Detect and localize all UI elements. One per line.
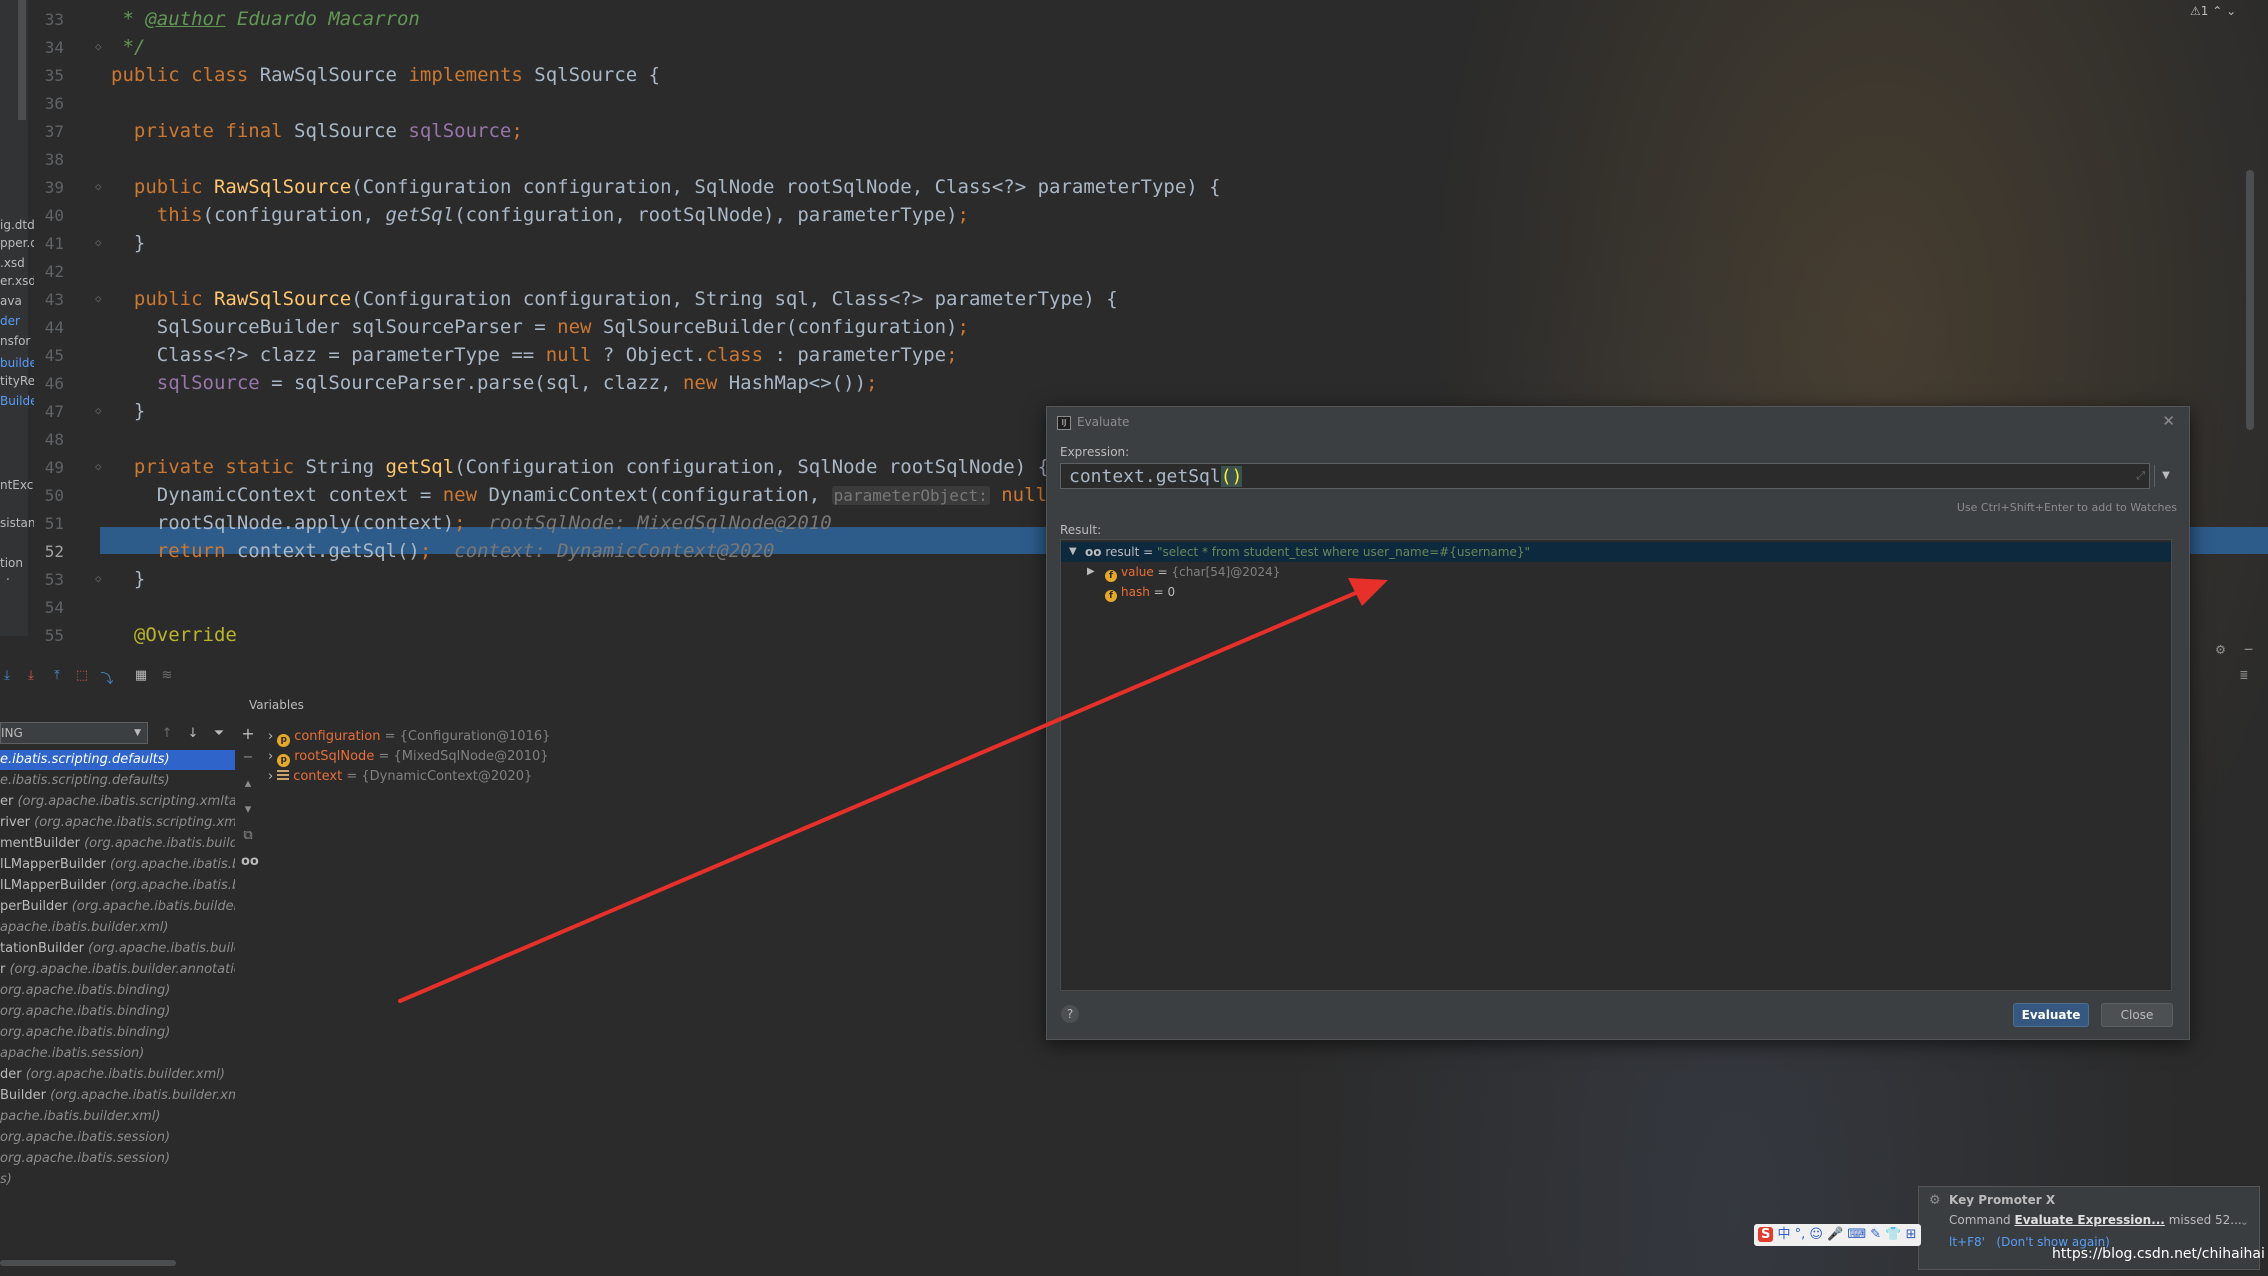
gear-icon: ⚙ xyxy=(1929,1193,1941,1208)
key-promoter-title: Key Promoter X xyxy=(1949,1193,2056,1207)
shortcut-text: lt+F8' xyxy=(1949,1235,1985,1249)
key-promoter-message: Command Evaluate Expression... missed 52… xyxy=(1949,1213,2242,1227)
sogou-icon: S xyxy=(1758,1227,1774,1242)
ime-toolbar[interactable]: S 中 °, ☺ 🎤 ⌨ ✎ 👕 ⊞ xyxy=(1754,1224,1921,1246)
annotation-arrow xyxy=(398,578,1388,1003)
watermark: https://blog.csdn.net/chihaihai xyxy=(2052,1246,2265,1262)
chevron-down-icon[interactable]: ⌄ xyxy=(2240,1215,2249,1228)
command-link[interactable]: Evaluate Expression... xyxy=(2015,1213,2165,1227)
message-suffix: missed 52... xyxy=(2164,1213,2242,1227)
message-prefix: Command xyxy=(1949,1213,2015,1227)
ime-icons: 中 °, ☺ 🎤 ⌨ ✎ 👕 ⊞ xyxy=(1773,1227,1917,1242)
